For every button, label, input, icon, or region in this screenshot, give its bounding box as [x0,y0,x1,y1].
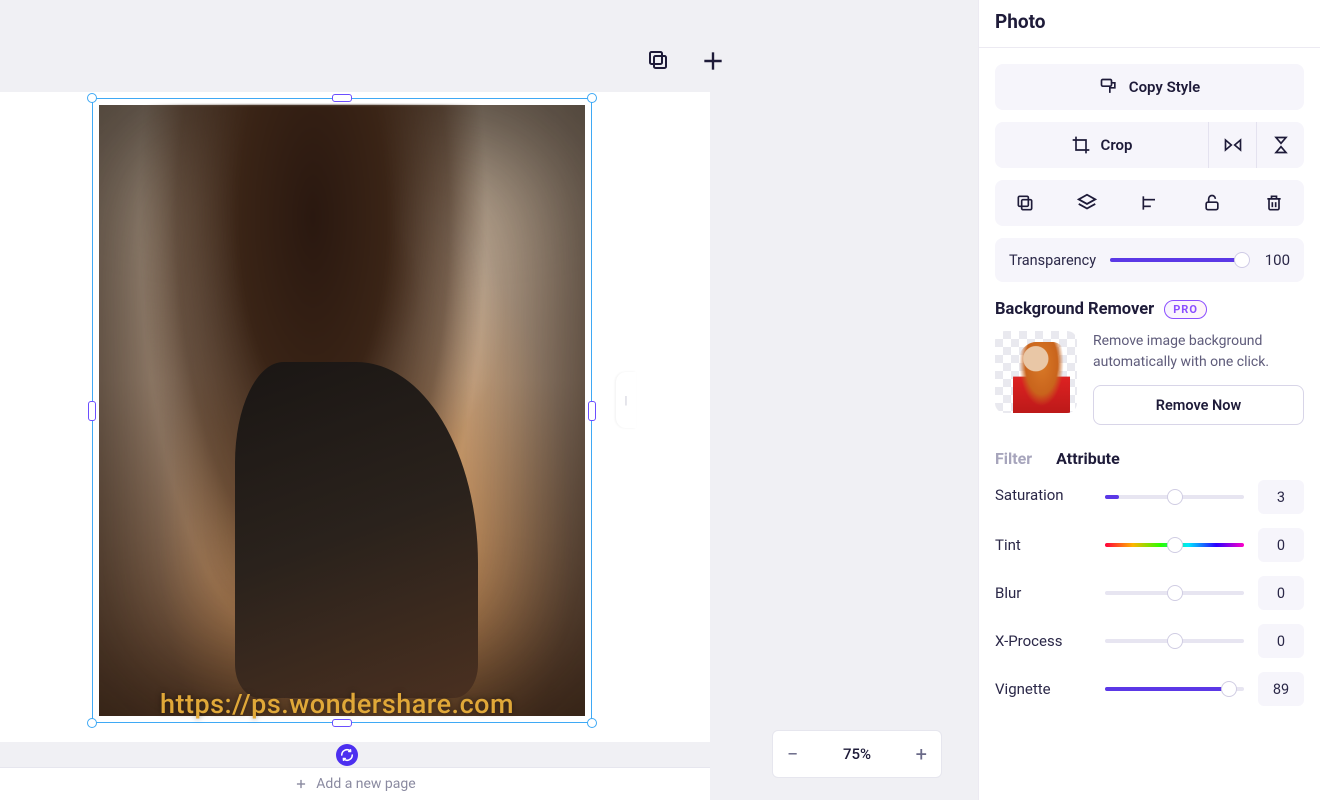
resize-handle-top[interactable] [332,94,352,102]
lock-button[interactable] [1192,187,1232,219]
remove-now-button[interactable]: Remove Now [1093,385,1304,425]
resize-handle-bottom[interactable] [332,719,352,727]
bg-remover-title: Background Remover [995,300,1154,319]
xprocess-thumb[interactable] [1167,633,1183,649]
divider [979,47,1320,48]
attr-saturation: Saturation 3 [995,480,1304,514]
tint-label: Tint [995,536,1091,554]
copy-style-icon [1099,77,1119,97]
align-button[interactable] [1130,187,1170,219]
trash-icon [1264,193,1284,213]
add-page-label: Add a new page [316,776,415,792]
crop-icon [1071,135,1091,155]
crop-button[interactable]: Crop [995,135,1208,155]
tint-thumb[interactable] [1167,537,1183,553]
layers-button[interactable] [1067,187,1107,219]
attribute-list: Saturation 3 Tint 0 Blur 0 X-Process [995,480,1304,706]
attr-xprocess: X-Process 0 [995,624,1304,658]
pro-badge: PRO [1164,300,1207,319]
bg-remover-desc: Remove image background automatically wi… [1093,331,1304,373]
crop-row: Crop [995,122,1304,168]
panel-collapse-handle[interactable]: | [616,372,636,428]
blur-slider[interactable] [1105,591,1244,595]
vignette-value[interactable]: 89 [1258,672,1304,706]
blur-thumb[interactable] [1167,585,1183,601]
transparency-thumb[interactable] [1234,252,1250,268]
filter-attribute-tabs: Filter Attribute [995,449,1304,474]
zoom-control: − 75% + [772,730,942,778]
zoom-out-button[interactable]: − [787,744,798,764]
transparency-slider[interactable] [1110,258,1242,262]
attr-vignette: Vignette 89 [995,672,1304,706]
bg-remover-section: Remove image background automatically wi… [995,331,1304,425]
unlock-icon [1202,193,1222,213]
align-left-icon [1140,193,1160,213]
bg-remover-title-row: Background Remover PRO [995,300,1304,319]
zoom-in-button[interactable]: + [916,744,927,764]
selected-photo[interactable] [99,105,585,716]
saturation-value[interactable]: 3 [1258,480,1304,514]
plus-icon [294,777,308,791]
xprocess-slider[interactable] [1105,639,1244,643]
tool-row [995,180,1304,226]
watermark-text: https://ps.wondershare.com [160,688,514,720]
attr-blur: Blur 0 [995,576,1304,610]
vignette-thumb[interactable] [1221,681,1237,697]
flip-horizontal-button[interactable] [1208,122,1256,168]
transparency-row: Transparency 100 [995,238,1304,282]
xprocess-value[interactable]: 0 [1258,624,1304,658]
copy-style-button[interactable]: Copy Style [995,64,1304,110]
crop-label: Crop [1101,136,1133,154]
resize-handle-bl[interactable] [87,718,97,728]
resize-handle-left[interactable] [88,401,96,421]
bg-remover-text: Remove image background automatically wi… [1093,331,1304,425]
transparency-value: 100 [1256,251,1290,269]
sync-badge-icon[interactable] [336,744,358,766]
saturation-thumb[interactable] [1167,489,1183,505]
xprocess-label: X-Process [995,632,1091,650]
selection-frame[interactable] [92,98,592,723]
resize-handle-right[interactable] [588,401,596,421]
saturation-label: Saturation [995,486,1091,504]
copy-button[interactable] [1005,187,1045,219]
layers-icon [1076,192,1098,214]
resize-handle-br[interactable] [587,718,597,728]
attr-tint: Tint 0 [995,528,1304,562]
add-new-page-button[interactable]: Add a new page [0,767,710,800]
saturation-slider[interactable] [1105,495,1244,499]
delete-button[interactable] [1254,187,1294,219]
blur-value[interactable]: 0 [1258,576,1304,610]
resize-handle-tr[interactable] [587,93,597,103]
transparency-label: Transparency [1009,252,1096,269]
vignette-slider[interactable] [1105,687,1244,691]
tab-attribute[interactable]: Attribute [1056,449,1120,474]
add-icon[interactable] [700,48,726,74]
tint-slider[interactable] [1105,543,1244,547]
tint-value[interactable]: 0 [1258,528,1304,562]
vignette-label: Vignette [995,680,1091,698]
copy-style-label: Copy Style [1129,78,1200,96]
tab-filter[interactable]: Filter [995,449,1032,474]
zoom-value: 75% [843,745,871,763]
flip-horizontal-icon [1223,135,1243,155]
resize-handle-tl[interactable] [87,93,97,103]
canvas-area: https://ps.wondershare.com Add a new pag… [0,0,978,800]
flip-vertical-button[interactable] [1256,122,1304,168]
copy-icon [1015,193,1035,213]
flip-vertical-icon [1271,135,1291,155]
duplicate-icon[interactable] [646,48,670,74]
canvas-top-actions [646,48,726,74]
blur-label: Blur [995,584,1091,602]
bg-remover-thumbnail [995,331,1077,413]
properties-panel: Photo Copy Style Crop [978,0,1320,800]
panel-title: Photo [995,0,1304,47]
